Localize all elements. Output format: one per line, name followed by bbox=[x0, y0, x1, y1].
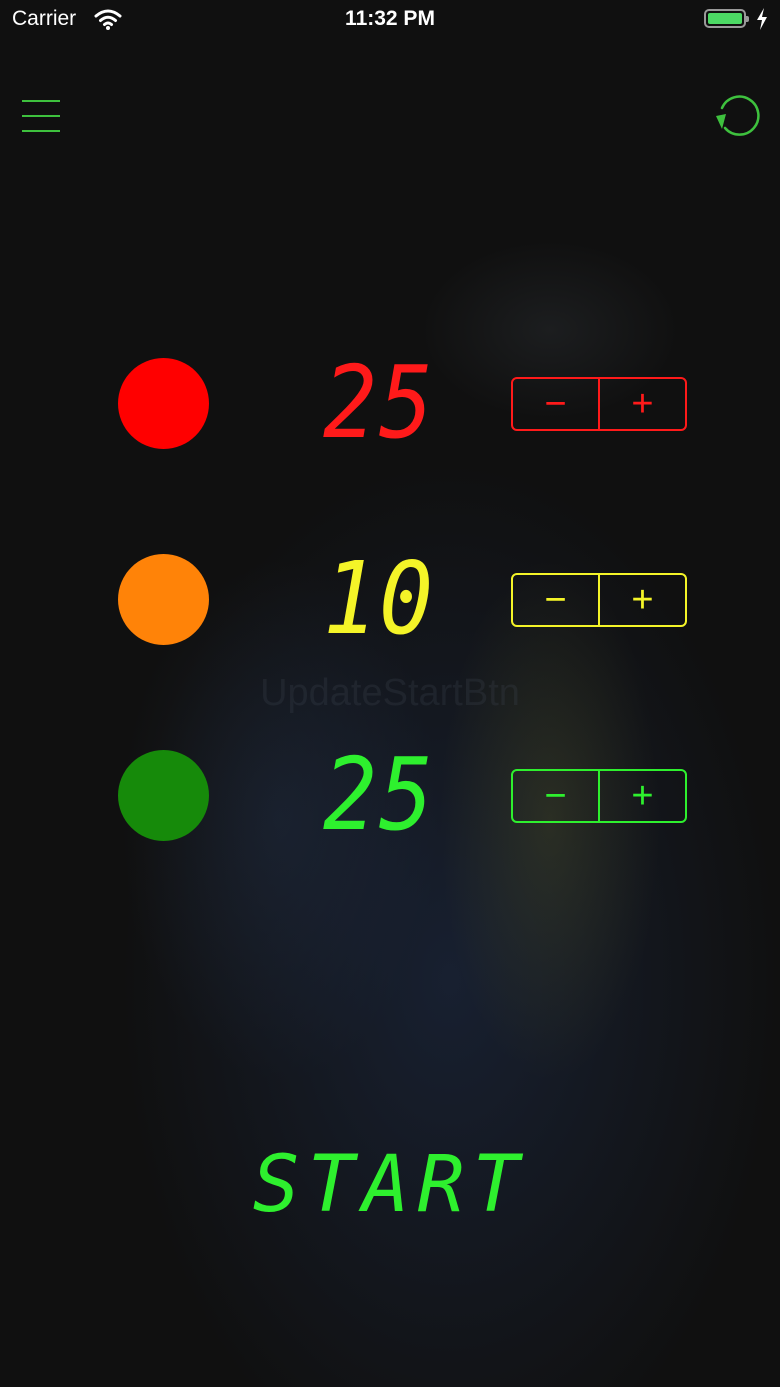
status-bar: Carrier 11:32 PM bbox=[0, 0, 780, 40]
plus-icon: + bbox=[631, 775, 654, 817]
yellow-light-indicator bbox=[118, 554, 209, 645]
red-light-indicator bbox=[118, 358, 209, 449]
yellow-duration-display: 10 bbox=[323, 540, 435, 657]
red-increment-button[interactable]: + bbox=[598, 379, 685, 429]
plus-icon: + bbox=[631, 579, 654, 621]
yellow-decrement-button[interactable]: − bbox=[513, 575, 598, 625]
green-decrement-button[interactable]: − bbox=[513, 771, 598, 821]
plus-icon: + bbox=[631, 383, 654, 425]
ghost-label: UpdateStartBtn bbox=[260, 672, 520, 714]
app-screen: Carrier 11:32 PM 25 − + 10 − + UpdateSta… bbox=[0, 0, 780, 1387]
red-decrement-button[interactable]: − bbox=[513, 379, 598, 429]
status-time: 11:32 PM bbox=[345, 7, 435, 30]
red-duration-display: 25 bbox=[323, 344, 435, 461]
minus-icon: − bbox=[544, 579, 567, 621]
green-increment-button[interactable]: + bbox=[598, 771, 685, 821]
green-duration-stepper: − + bbox=[511, 769, 687, 823]
green-light-indicator bbox=[118, 750, 209, 841]
hamburger-menu-icon[interactable] bbox=[22, 98, 62, 136]
start-button[interactable]: START bbox=[240, 1140, 540, 1230]
charging-bolt-icon bbox=[756, 8, 768, 35]
minus-icon: − bbox=[544, 775, 567, 817]
yellow-increment-button[interactable]: + bbox=[598, 575, 685, 625]
minus-icon: − bbox=[544, 383, 567, 425]
yellow-duration-stepper: − + bbox=[511, 573, 687, 627]
refresh-icon[interactable] bbox=[712, 94, 762, 140]
green-duration-display: 25 bbox=[323, 736, 435, 853]
red-duration-stepper: − + bbox=[511, 377, 687, 431]
light-row-green: 25 − + bbox=[0, 745, 780, 845]
battery-full-icon bbox=[704, 9, 749, 28]
light-row-red: 25 − + bbox=[0, 353, 780, 453]
light-row-yellow: 10 − + bbox=[0, 549, 780, 649]
